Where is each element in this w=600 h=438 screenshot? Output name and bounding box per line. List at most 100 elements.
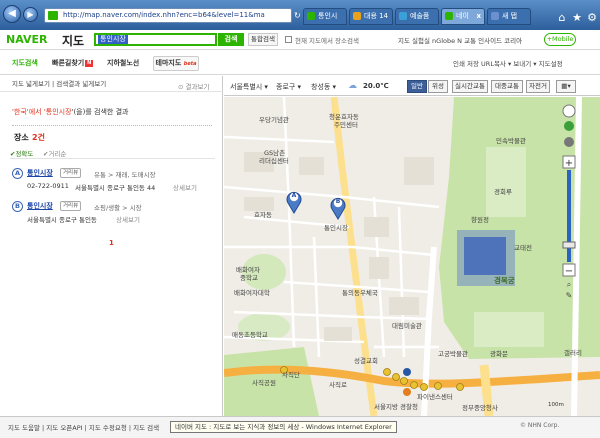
tab-map-search[interactable]: 지도검색 [12, 58, 38, 68]
tab-label: 통인시 [318, 12, 338, 20]
streetview-person-icon[interactable] [564, 121, 574, 131]
result-title[interactable]: 통인시장 [27, 201, 53, 211]
result-detail-link[interactable]: 상세보기 [173, 182, 197, 192]
tab-favicon-icon [307, 12, 315, 20]
map-label: 서울지방 경찰청 [374, 402, 418, 411]
location-select-city[interactable]: 서울특별시 ▾ [230, 82, 268, 92]
tab-favicon-icon [353, 12, 361, 20]
sort-accuracy[interactable]: ✔정확도 [10, 148, 33, 158]
result-address: 서울특별시 종로구 통인동 [27, 216, 97, 224]
search-input-value: 통인시장 [98, 35, 128, 44]
home-icon[interactable]: ⌂ [555, 11, 569, 25]
streetview-badge[interactable]: 거리뷰 [60, 168, 82, 178]
result-phone: 02-722-0911 [27, 182, 69, 190]
result-address: 서울특별시 종로구 통인동 44 [75, 184, 156, 192]
map-label: 경복궁 [494, 275, 515, 285]
bicycle-button[interactable]: 자전거 [526, 80, 550, 93]
map-label: 교태전 [514, 243, 532, 252]
favorites-star-icon[interactable]: ★ [570, 11, 584, 25]
sort-distance[interactable]: ✔거리순 [43, 148, 66, 158]
tab-subway[interactable]: 지하철노선 [107, 58, 139, 68]
tab-4-active[interactable]: 네이 x [441, 8, 485, 25]
map-label: 리더십센터 [259, 156, 289, 165]
address-text: http://map.naver.com/index.nhn?enc=b64&l… [63, 11, 265, 19]
naver-favicon-icon [48, 11, 58, 20]
map-svg: A B 우당기념관 청운효자동 주민센터 GS남촌 리더십센터 통인시장 배화여… [224, 97, 600, 416]
area-search-checkbox[interactable] [285, 36, 292, 43]
tab-label: 네이 [456, 12, 469, 20]
map-label: 배화여자 [236, 265, 260, 274]
zoom-svg: + − ⌕ ✎ [562, 104, 576, 300]
map-label: 광화문 [490, 350, 508, 358]
refresh-icon[interactable]: ↻ [294, 11, 301, 20]
map-scale: 100m [548, 402, 564, 408]
svg-text:+: + [565, 158, 573, 169]
map-label: 매동초등학교 [232, 330, 268, 339]
tab-5[interactable]: 새 탭 [487, 8, 531, 25]
result-category: 유통 > 재래, 도매시장 [94, 171, 156, 179]
tab-1[interactable]: 통인시 [303, 8, 347, 25]
search-input[interactable]: 통인시장 [94, 33, 217, 46]
summary-prefix: '한국'에서 ' [12, 108, 46, 116]
location-select-dong[interactable]: 창성동 ▾ [311, 82, 336, 92]
map-canvas[interactable]: A B 우당기념관 청운효자동 주민센터 GS남촌 리더십센터 통인시장 배화여… [224, 97, 600, 416]
window-tooltip: 네이버 지도 : 지도로 보는 지식과 정보의 세상 - Windows Int… [170, 421, 397, 433]
copyright: © NHN Corp. [520, 422, 560, 429]
tab-3[interactable]: 예술품 [395, 8, 439, 25]
map-logo-text[interactable]: 지도 [62, 32, 84, 49]
mobile-button[interactable]: +Mobile [544, 33, 576, 46]
combined-search-button[interactable]: 통합검색 [248, 33, 278, 46]
map-label: 고궁박물관 [438, 349, 468, 358]
tab-close-icon[interactable]: x [476, 9, 481, 24]
museum-block [474, 312, 544, 347]
result-pin-b-icon[interactable]: B [12, 201, 23, 212]
jahamun-road [330, 97, 378, 416]
streetview-label: 거리뷰 [63, 170, 79, 176]
subway-station-icon [403, 388, 411, 396]
map-label: 경회루 [494, 187, 512, 196]
measure-icon[interactable]: ⌕ [567, 280, 571, 289]
collapse-results-button[interactable]: ⊙ 결과보기 [178, 81, 209, 91]
streetview-label: 거리뷰 [63, 203, 79, 209]
header-links[interactable]: 지도 실험실 nGlobe N 교통 인사이드 코리아 [398, 35, 522, 45]
result-title[interactable]: 통인시장 [27, 168, 53, 178]
tab-quick-route[interactable]: 빠른길찾기 N [52, 58, 94, 68]
map-type-normal-button[interactable]: 일반 [407, 80, 427, 93]
subway-station-icon [403, 368, 411, 376]
location-select-district[interactable]: 종로구 ▾ [276, 82, 301, 92]
tab-2[interactable]: 대용 14 [349, 8, 393, 25]
public-transit-button[interactable]: 대중교통 [491, 80, 523, 93]
ruler-icon[interactable]: ✎ [566, 291, 573, 300]
result-category: 쇼핑/생활 > 시장 [94, 204, 142, 212]
map-label: 통의동우체국 [342, 288, 378, 297]
map-label: 청운효자동 [329, 112, 359, 121]
pan-control-icon[interactable] [562, 104, 576, 118]
pagination-page-1[interactable]: 1 [109, 239, 114, 247]
tab-favicon-icon [491, 12, 499, 20]
layer-menu-button[interactable]: ▦▾ [556, 80, 576, 93]
map-label: 파이낸스센터 [417, 392, 453, 401]
weather-cloud-icon: ☁ [348, 81, 357, 91]
forward-button[interactable]: ▶ [23, 7, 38, 22]
back-button[interactable]: ◀ [3, 5, 21, 23]
roadview-icon[interactable] [564, 137, 574, 147]
naver-logo[interactable]: NAVER [6, 33, 47, 46]
search-button[interactable]: 검색 [218, 33, 244, 46]
pin-a-letter: A [292, 192, 297, 199]
divider [10, 158, 215, 159]
footer-links[interactable]: 지도 도움말 | 지도 오픈API | 지도 수정요청 | 지도 검색 [8, 422, 159, 432]
tab-theme-map[interactable]: 테마지도 beta [153, 56, 199, 71]
tools-gear-icon[interactable]: ⚙ [585, 11, 599, 25]
result-pin-a-icon[interactable]: A [12, 168, 23, 179]
tab-label: 예술품 [410, 12, 430, 20]
streetview-badge[interactable]: 거리뷰 [60, 201, 82, 211]
zoom-slider-handle[interactable] [562, 241, 576, 249]
realtime-traffic-button[interactable]: 실시간교통 [452, 80, 488, 93]
map-label: 정부중앙청사 [462, 403, 498, 412]
map-type-satellite-button[interactable]: 위성 [428, 80, 448, 93]
result-detail-link[interactable]: 상세보기 [116, 214, 140, 224]
map-label: 성결교회 [354, 356, 378, 365]
map-tools-links[interactable]: 인쇄 저장 URL복사 ▾ 보내기 ▾ 지도설정 [453, 58, 563, 68]
map-label: 사직로 [329, 380, 347, 389]
address-bar[interactable]: http://map.naver.com/index.nhn?enc=b64&l… [44, 8, 292, 23]
